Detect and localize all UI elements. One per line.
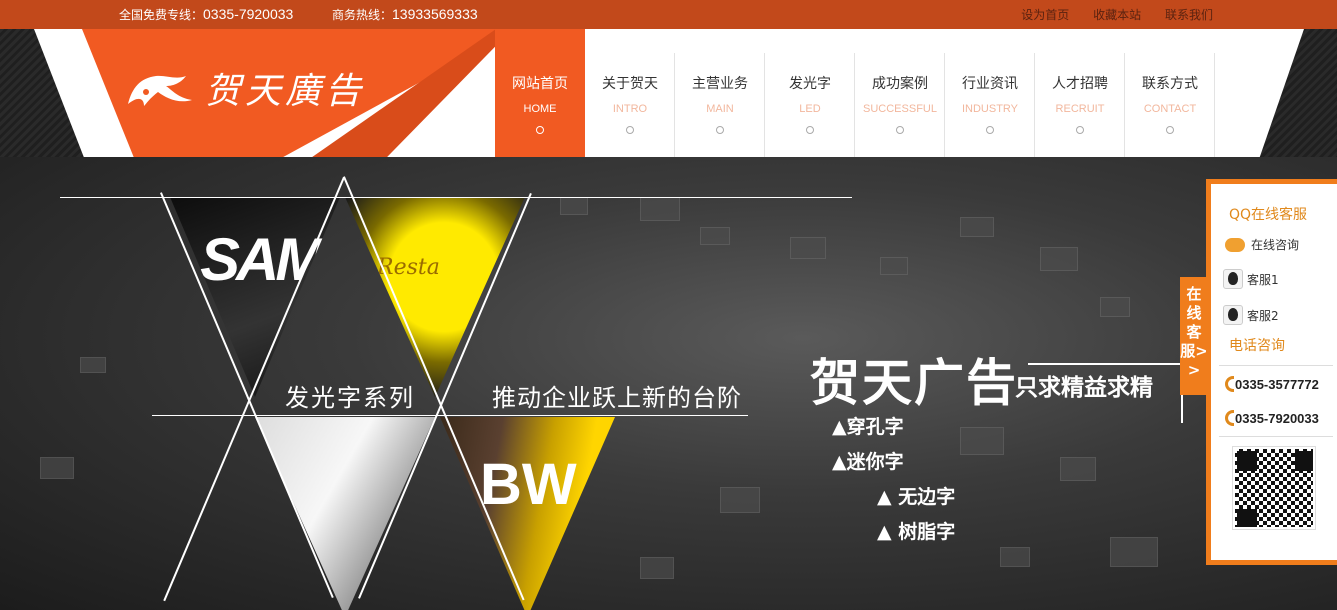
contact-us-link[interactable]: 联系我们 <box>1165 8 1213 22</box>
nav-sublabel: RECRUIT <box>1055 103 1105 115</box>
circle-icon <box>716 126 724 134</box>
nav-label: 人才招聘 <box>1052 76 1108 92</box>
phone-consult-title: 电话咨询 <box>1229 338 1285 354</box>
banner-brand: 贺天广告 <box>810 353 1018 412</box>
business-line: 商务热线：13933569333 <box>332 6 478 23</box>
business-label: 商务热线： <box>332 8 393 22</box>
logo-bird-icon <box>128 75 192 106</box>
nav-sublabel: MAIN <box>706 103 734 115</box>
circle-icon <box>1166 126 1174 134</box>
hero-banner: SAM Resta BW 发光字系列 推动企业跃上新的台阶 贺天广告 只求精益求… <box>0 157 1337 610</box>
qq-agent-1[interactable]: 客服1 <box>1223 269 1337 289</box>
top-bar: 全国免费专线：0335-7920033 商务热线：13933569333 设为首… <box>0 0 1337 29</box>
logo-text[interactable]: 贺天廣告 <box>205 62 365 114</box>
banner-slogan-right: 推动企业跃上新的台阶 <box>492 384 742 412</box>
qq-service-title: QQ在线客服 <box>1229 207 1308 223</box>
feature-item: ▲ 无边字 <box>877 486 956 508</box>
circle-icon <box>986 126 994 134</box>
nav-label: 关于贺天 <box>602 76 658 92</box>
circle-icon <box>536 126 544 134</box>
divider-line <box>60 197 852 198</box>
circle-icon <box>626 126 634 134</box>
bookmark-link[interactable]: 收藏本站 <box>1093 8 1141 22</box>
nav-industry[interactable]: 行业资讯 INDUSTRY <box>945 29 1035 176</box>
nav-sublabel: CONTACT <box>1143 103 1197 115</box>
nav-sublabel: LED <box>799 103 821 115</box>
nav-recruit[interactable]: 人才招聘 RECRUIT <box>1035 29 1125 176</box>
sign-image-samsung: SAM <box>170 197 340 397</box>
qq-icon <box>1223 305 1243 325</box>
feature-item: ▲迷你字 <box>832 451 904 473</box>
nav-contact[interactable]: 联系方式 CONTACT <box>1125 29 1215 176</box>
qq-agent-2[interactable]: 客服2 <box>1223 305 1337 325</box>
online-consult-link[interactable]: 在线咨询 <box>1225 236 1337 253</box>
main-nav: 网站首页 HOME 关于贺天 INTRO 主营业务 MAIN 发光字 LED 成… <box>495 29 1215 176</box>
nav-label: 成功案例 <box>872 76 928 92</box>
circle-icon <box>1076 126 1084 134</box>
feature-item: ▲ 树脂字 <box>877 521 956 543</box>
online-service-tab[interactable]: 在线客服>> <box>1180 277 1208 395</box>
nav-sublabel: INDUSTRY <box>961 103 1019 115</box>
phone-line-2: 0335-7920033 <box>1225 410 1337 426</box>
set-homepage-link[interactable]: 设为首页 <box>1021 8 1069 22</box>
online-service-panel: QQ在线客服 在线咨询 客服1 客服2 电话咨询 0335-3577772 03… <box>1206 179 1337 565</box>
nav-label: 发光字 <box>789 76 831 92</box>
banner-brand-sub: 只求精益求精 <box>1015 374 1153 401</box>
hotline: 全国免费专线：0335-7920033 <box>119 6 293 23</box>
nav-sublabel: HOME <box>523 103 557 115</box>
business-number: 13933569333 <box>392 6 478 22</box>
top-links: 设为首页 收藏本站 联系我们 <box>1001 6 1213 23</box>
phone-line-1: 0335-3577772 <box>1225 376 1337 392</box>
phone-icon <box>1225 410 1234 426</box>
nav-sublabel: SUCCESSFUL <box>863 103 937 115</box>
hotline-label: 全国免费专线： <box>119 8 204 22</box>
sign-image-bw: BW <box>440 417 615 610</box>
nav-main[interactable]: 主营业务 MAIN <box>675 29 765 176</box>
nav-successful[interactable]: 成功案例 SUCCESSFUL <box>855 29 945 176</box>
sign-image-restaurant: Resta <box>345 197 525 397</box>
qq-icon <box>1223 269 1243 289</box>
hotline-number: 0335-7920033 <box>203 6 294 22</box>
nav-label: 联系方式 <box>1142 76 1198 92</box>
circle-icon <box>806 126 814 134</box>
nav-led[interactable]: 发光字 LED <box>765 29 855 176</box>
nav-label: 行业资讯 <box>962 76 1018 92</box>
nav-sublabel: INTRO <box>612 103 648 115</box>
nav-home[interactable]: 网站首页 HOME <box>495 29 585 176</box>
nav-intro[interactable]: 关于贺天 INTRO <box>585 29 675 176</box>
circle-icon <box>896 126 904 134</box>
phone-icon <box>1225 376 1234 392</box>
feature-item: ▲穿孔字 <box>832 416 904 438</box>
banner-slogan-left: 发光字系列 <box>285 384 415 412</box>
nav-label: 网站首页 <box>512 76 568 92</box>
nav-label: 主营业务 <box>692 76 748 92</box>
qr-code <box>1232 446 1316 530</box>
brand-divider <box>1028 363 1180 365</box>
sign-image-metal <box>255 417 435 610</box>
chat-bubble-icon <box>1225 237 1245 252</box>
